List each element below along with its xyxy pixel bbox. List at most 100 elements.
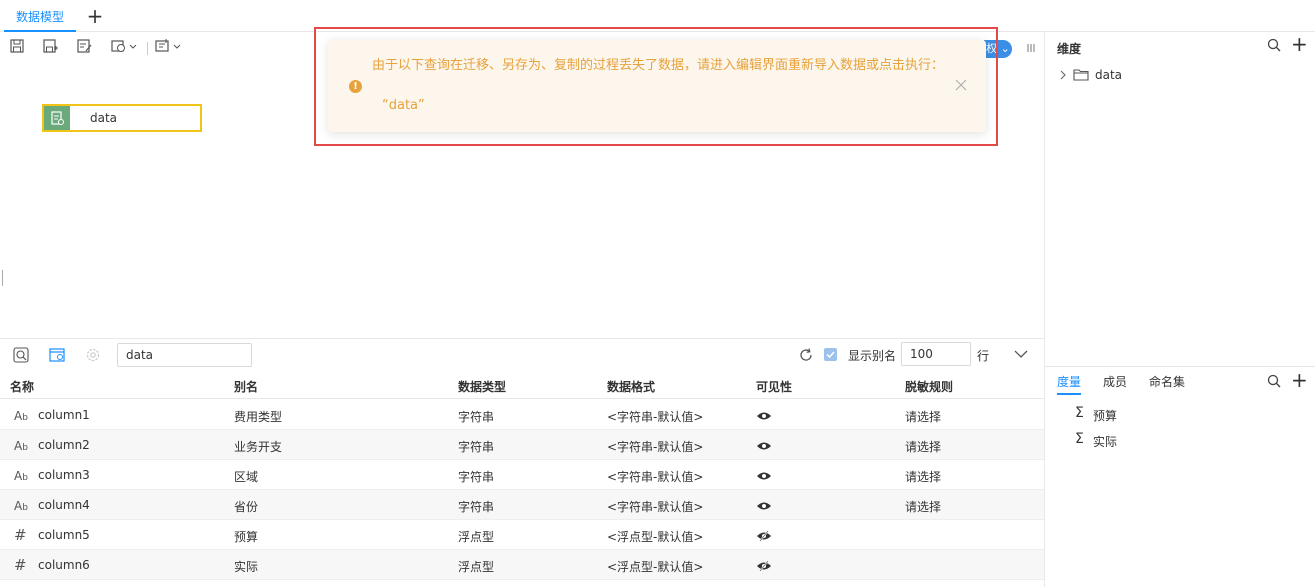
column-alias[interactable]: 费用类型 <box>234 408 282 425</box>
tab-named-sets[interactable]: 命名集 <box>1149 373 1185 395</box>
search-icon[interactable] <box>1267 374 1281 388</box>
add-dimension-button[interactable]: + <box>1291 34 1308 54</box>
measures-panel: 度量 成员 命名集 + Σ 预算 Σ 实际 <box>1045 366 1315 587</box>
column-data-format[interactable]: <字符串-默认值> <box>607 468 703 485</box>
add-tab-button[interactable]: + <box>86 5 104 27</box>
header-name: 名称 <box>10 380 35 394</box>
gear-icon[interactable] <box>85 347 101 363</box>
toast-message: 由于以下查询在迁移、另存为、复制的过程丢失了数据，请进入编辑界面重新导入数据或点… <box>372 58 945 73</box>
column-data-format[interactable]: <字符串-默认值> <box>607 438 703 455</box>
chevron-down-icon[interactable] <box>1013 348 1029 360</box>
text-type-icon: Ab <box>14 409 28 423</box>
warning-icon: ! <box>349 80 362 93</box>
column-name: column2 <box>38 438 90 452</box>
measure-label: 预算 <box>1093 409 1118 423</box>
column-data-format[interactable]: <浮点型-默认值> <box>607 558 703 575</box>
toolbar-divider <box>147 42 148 55</box>
text-type-icon: Ab <box>14 469 28 483</box>
warning-toast: ! 由于以下查询在迁移、另存为、复制的过程丢失了数据，请进入编辑界面重新导入数据… <box>328 40 986 132</box>
column-alias[interactable]: 业务开支 <box>234 438 282 455</box>
save-icon[interactable] <box>10 39 24 57</box>
refresh-icon[interactable] <box>798 347 814 363</box>
properties-icon[interactable] <box>49 347 65 363</box>
column-alias[interactable]: 区域 <box>234 468 258 485</box>
column-name: column4 <box>38 498 90 512</box>
column-alias[interactable]: 预算 <box>234 528 258 545</box>
show-alias-checkbox[interactable] <box>824 348 837 361</box>
table-row[interactable]: Ab column2 业务开支 字符串 <字符串-默认值> 请选择 <box>0 430 1044 460</box>
column-data-type[interactable]: 字符串 <box>458 408 494 425</box>
eye-icon[interactable] <box>756 500 772 512</box>
masking-rule-select[interactable]: 请选择 <box>905 438 941 455</box>
measure-label: 实际 <box>1093 435 1118 449</box>
column-data-type[interactable]: 字符串 <box>458 498 494 515</box>
table-node-label: data <box>90 111 118 125</box>
add-measure-button[interactable]: + <box>1291 370 1308 390</box>
table-row[interactable]: Ab column4 省份 字符串 <字符串-默认值> 请选择 <box>0 490 1044 520</box>
measure-item[interactable]: Σ 实际 <box>1075 431 1275 449</box>
eye-hidden-icon[interactable] <box>756 560 772 572</box>
tab-measures[interactable]: 度量 <box>1057 373 1082 395</box>
column-data-type[interactable]: 字符串 <box>458 468 494 485</box>
edit-icon[interactable] <box>77 39 93 57</box>
column-name: column1 <box>38 408 90 422</box>
dimensions-title: 维度 <box>1057 42 1082 56</box>
header-masking-rule: 脱敏规则 <box>905 380 954 394</box>
sigma-icon: Σ <box>1075 431 1084 447</box>
tab-members[interactable]: 成员 <box>1103 373 1127 395</box>
column-data-type[interactable]: 浮点型 <box>458 528 494 545</box>
column-name: column3 <box>38 468 90 482</box>
table-header: 名称 别名 数据类型 数据格式 可见性 脱敏规则 <box>0 369 1044 399</box>
dimension-tree-label: data <box>1095 68 1123 82</box>
chevron-right-icon[interactable] <box>1059 69 1067 81</box>
row-limit-unit: 行 <box>977 349 990 363</box>
header-data-format: 数据格式 <box>607 380 656 394</box>
masking-rule-select[interactable]: 请选择 <box>905 468 941 485</box>
row-limit-input[interactable] <box>901 342 971 366</box>
header-alias: 别名 <box>234 380 259 394</box>
preview-icon[interactable] <box>13 347 29 363</box>
show-alias-label: 显示别名 <box>848 349 897 363</box>
column-data-type[interactable]: 浮点型 <box>458 558 494 575</box>
table-row[interactable]: Ab column3 区域 字符串 <字符串-默认值> 请选择 <box>0 460 1044 490</box>
eye-icon[interactable] <box>756 470 772 482</box>
dimension-tree-item[interactable]: data <box>1059 66 1259 84</box>
folder-icon <box>1073 69 1089 81</box>
header-visibility: 可见性 <box>756 380 793 394</box>
canvas-edge-marker <box>2 270 3 286</box>
column-alias[interactable]: 省份 <box>234 498 258 515</box>
column-properties-panel: 显示别名 行 名称 别名 数据类型 数据格式 可见性 脱敏规则 Ab column… <box>0 338 1044 587</box>
column-grip-icon[interactable] <box>1026 42 1036 54</box>
masking-rule-select[interactable]: 请选择 <box>905 408 941 425</box>
column-data-type[interactable]: 字符串 <box>458 438 494 455</box>
table-name-input[interactable] <box>117 343 252 367</box>
column-alias[interactable]: 实际 <box>234 558 258 575</box>
header-data-type: 数据类型 <box>458 380 507 394</box>
toast-query-name: “data” <box>382 98 425 113</box>
number-type-icon: # <box>14 556 27 574</box>
text-type-icon: Ab <box>14 439 28 453</box>
column-name: column5 <box>38 528 90 542</box>
table-row[interactable]: # column5 预算 浮点型 <浮点型-默认值> <box>0 520 1044 550</box>
table-node-data[interactable]: data <box>42 104 202 132</box>
text-type-icon: Ab <box>14 499 28 513</box>
table-row[interactable]: # column6 实际 浮点型 <浮点型-默认值> <box>0 550 1044 580</box>
search-icon[interactable] <box>1267 38 1281 52</box>
masking-rule-select[interactable]: 请选择 <box>905 498 941 515</box>
close-icon[interactable] <box>954 78 968 92</box>
import-dropdown-icon[interactable] <box>155 39 183 57</box>
right-panel: 维度 + data 度量 成员 命名集 + Σ 预算 Σ 实际 <box>1044 32 1315 587</box>
number-type-icon: # <box>14 526 27 544</box>
column-data-format[interactable]: <浮点型-默认值> <box>607 528 703 545</box>
tab-data-model[interactable]: 数据模型 <box>4 0 76 32</box>
settings-dropdown-icon[interactable] <box>111 39 139 57</box>
table-row[interactable]: Ab column1 费用类型 字符串 <字符串-默认值> 请选择 <box>0 400 1044 430</box>
measure-item[interactable]: Σ 预算 <box>1075 405 1275 423</box>
sigma-icon: Σ <box>1075 405 1084 421</box>
eye-icon[interactable] <box>756 410 772 422</box>
save-as-icon[interactable] <box>43 39 59 57</box>
column-data-format[interactable]: <字符串-默认值> <box>607 408 703 425</box>
eye-hidden-icon[interactable] <box>756 530 772 542</box>
eye-icon[interactable] <box>756 440 772 452</box>
column-data-format[interactable]: <字符串-默认值> <box>607 498 703 515</box>
